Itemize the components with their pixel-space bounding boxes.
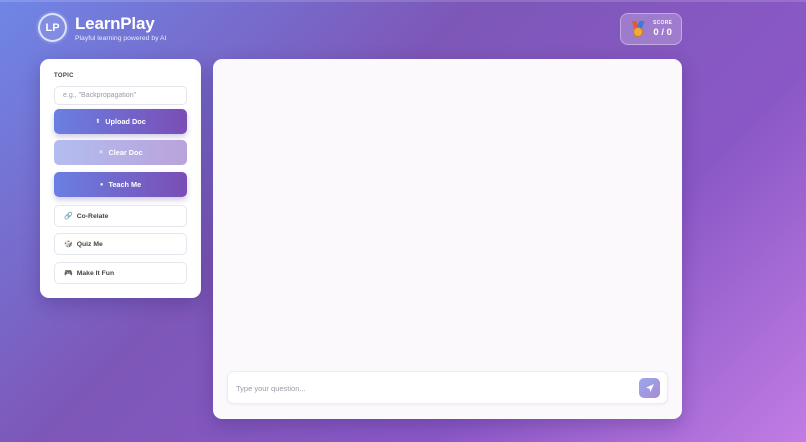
clear-doc-label: Clear Doc bbox=[108, 148, 143, 157]
clear-doc-button[interactable]: ✕ Clear Doc bbox=[54, 140, 187, 165]
quiz-me-label: Quiz Me bbox=[76, 240, 103, 248]
co-relate-label: Co-Relate bbox=[76, 212, 109, 220]
chat-panel bbox=[213, 59, 682, 419]
medal-icon bbox=[631, 20, 645, 38]
trash-icon: ✕ bbox=[98, 150, 104, 156]
app-subtitle: Playful learning powered by AI bbox=[75, 35, 167, 42]
co-relate-button[interactable]: 🔗 Co-Relate bbox=[54, 205, 187, 227]
dice-icon: 🎲 bbox=[64, 241, 73, 248]
app-title: LearnPlay bbox=[75, 14, 155, 33]
gamepad-icon: 🎮 bbox=[64, 270, 73, 277]
score-label: SCORE bbox=[653, 20, 673, 26]
score-box: SCORE 0 / 0 bbox=[620, 13, 682, 45]
teach-me-button[interactable]: ● Teach Me bbox=[54, 172, 187, 197]
brand: LP LearnPlay Playful learning powered by… bbox=[38, 13, 166, 42]
make-it-fun-button[interactable]: 🎮 Make It Fun bbox=[54, 262, 187, 284]
brand-text: LearnPlay Playful learning powered by AI bbox=[75, 14, 166, 42]
link-icon: 🔗 bbox=[64, 213, 73, 220]
upload-doc-label: Upload Doc bbox=[105, 117, 146, 126]
teach-me-label: Teach Me bbox=[108, 180, 142, 189]
quiz-me-button[interactable]: 🎲 Quiz Me bbox=[54, 233, 187, 255]
top-edge-line bbox=[0, 0, 806, 2]
send-button[interactable] bbox=[639, 378, 660, 398]
logo-badge: LP bbox=[38, 13, 67, 42]
send-icon bbox=[645, 384, 654, 392]
upload-doc-button[interactable]: ⬆ Upload Doc bbox=[54, 109, 187, 134]
teacher-icon: ● bbox=[99, 181, 104, 188]
make-it-fun-label: Make It Fun bbox=[76, 269, 115, 277]
question-input[interactable] bbox=[236, 378, 626, 398]
sidebar-panel: TOPIC ⬆ Upload Doc ✕ Clear Doc ● Teach M… bbox=[40, 59, 201, 298]
score-value: 0 / 0 bbox=[653, 27, 672, 38]
score-text: SCORE 0 / 0 bbox=[653, 20, 672, 38]
topic-input[interactable] bbox=[54, 86, 187, 105]
topic-label: TOPIC bbox=[54, 73, 74, 79]
upload-icon: ⬆ bbox=[95, 119, 101, 125]
chat-input-bar bbox=[227, 371, 668, 404]
